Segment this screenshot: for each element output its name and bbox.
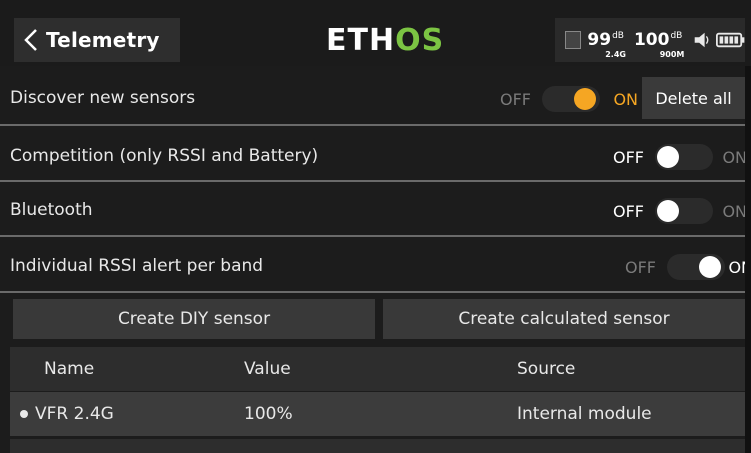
discover-sensors-toggle[interactable]: OFF ON — [500, 86, 638, 112]
back-button[interactable]: Telemetry — [14, 18, 180, 62]
page-title: Telemetry — [46, 28, 160, 52]
status-area[interactable]: 99 dB 2.4G 100 dB 900M — [555, 18, 745, 62]
toggle-switch[interactable] — [655, 144, 713, 170]
create-diy-sensor-button[interactable]: Create DIY sensor — [13, 299, 375, 339]
table-row-partial[interactable] — [10, 439, 745, 453]
rssi-2g4-indicator: 99 dB 2.4G — [587, 30, 626, 59]
column-header-value: Value — [244, 359, 291, 379]
sensor-active-dot-icon — [20, 410, 28, 418]
sensor-source: Internal module — [517, 404, 652, 424]
divider — [0, 124, 745, 126]
competition-toggle[interactable]: OFF ON — [613, 144, 747, 170]
competition-label: Competition (only RSSI and Battery) — [10, 146, 319, 166]
divider — [0, 180, 745, 182]
battery-icon — [716, 32, 745, 48]
discover-sensors-label: Discover new sensors — [10, 88, 196, 108]
toggle-switch[interactable] — [667, 254, 725, 280]
volume-icon — [695, 32, 709, 48]
individual-rssi-toggle[interactable]: OFF ON — [625, 254, 751, 280]
create-calculated-sensor-button[interactable]: Create calculated sensor — [383, 299, 745, 339]
scrollbar-track[interactable] — [745, 66, 751, 453]
column-header-source: Source — [517, 359, 576, 379]
bluetooth-toggle[interactable]: OFF ON — [613, 198, 747, 224]
bluetooth-label: Bluetooth — [10, 200, 93, 220]
toggle-switch[interactable] — [542, 86, 600, 112]
sensor-table-header: Name Value Source — [10, 347, 745, 391]
divider — [0, 291, 745, 293]
model-image-icon — [565, 31, 582, 49]
sensor-value: 100% — [244, 404, 293, 424]
column-header-name: Name — [44, 359, 95, 379]
title-bar: Telemetry ETH OS 99 dB 2.4G 100 dB 900M — [0, 0, 751, 66]
rssi-900m-indicator: 100 dB 900M — [633, 30, 685, 59]
toggle-switch[interactable] — [655, 198, 713, 224]
divider — [0, 235, 745, 237]
chevron-left-icon — [24, 29, 37, 51]
ethos-logo: ETH OS — [326, 22, 445, 58]
sensor-name: VFR 2.4G — [35, 404, 114, 424]
table-row[interactable]: VFR 2.4G 100% Internal module — [10, 392, 745, 436]
delete-all-button[interactable]: Delete all — [642, 77, 745, 119]
individual-rssi-label: Individual RSSI alert per band — [10, 256, 264, 276]
